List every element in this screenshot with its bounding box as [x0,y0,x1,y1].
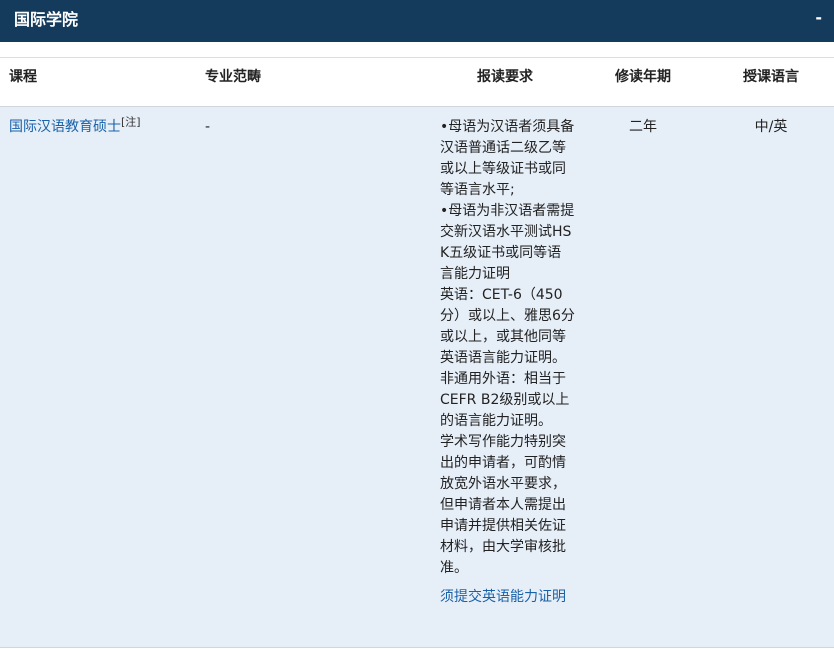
course-link[interactable]: 国际汉语教育硕士 [9,119,121,135]
header-duration: 修读年期 [615,69,671,85]
note-marker[interactable]: [注] [121,115,141,128]
table-header: 课程 专业范畴 报读要求 修读年期 授课语言 [0,58,834,107]
header-language: 授课语言 [743,69,799,85]
table-row: 国际汉语教育硕士[注] - •母语为汉语者须具备汉语普通话二级乙等或以上等级证书… [0,107,834,648]
header-course: 课程 [9,69,37,85]
english-proof-link[interactable]: 须提交英语能力证明 [440,587,575,608]
requirements-cell: •母语为汉语者须具备汉语普通话二级乙等或以上等级证书或同等语言水平; •母语为非… [440,117,575,608]
language-cell: 中/英 [754,119,788,135]
section-header[interactable]: 国际学院 - [0,0,834,42]
section-title: 国际学院 [14,10,79,29]
requirements-text: •母语为汉语者须具备汉语普通话二级乙等或以上等级证书或同等语言水平; •母语为非… [440,119,575,576]
duration-cell: 二年 [629,119,657,135]
course-cell: 国际汉语教育硕士[注] [9,115,141,138]
header-category: 专业范畴 [205,69,261,85]
collapse-toggle[interactable]: - [815,8,822,28]
header-requirements: 报读要求 [477,69,533,85]
category-cell: - [205,119,211,135]
